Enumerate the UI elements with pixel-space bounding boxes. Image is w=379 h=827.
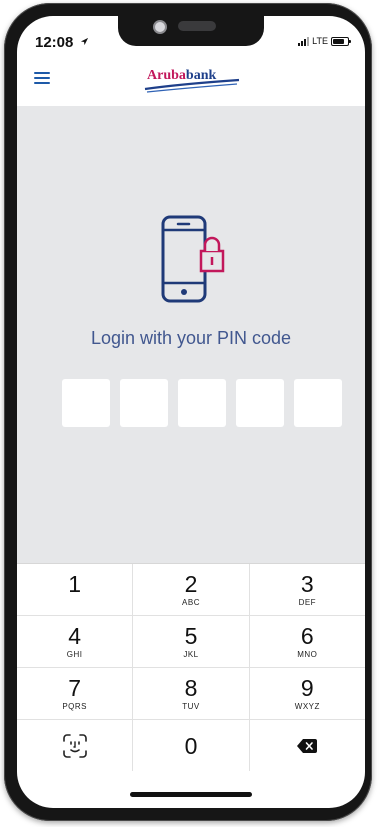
face-id-button[interactable] — [17, 720, 134, 771]
status-right: LTE — [298, 36, 351, 46]
hamburger-icon — [34, 72, 50, 74]
signal-icon — [298, 36, 310, 46]
key-6[interactable]: 6 MNO — [250, 616, 365, 667]
pin-input-row[interactable] — [62, 379, 342, 427]
key-9[interactable]: 9 WXYZ — [250, 668, 365, 719]
key-8[interactable]: 8 TUV — [133, 668, 250, 719]
aruba-bank-logo: Arubabank — [141, 68, 241, 94]
screen: 12:08 LTE Arubabank Login with your PIN … — [17, 16, 365, 808]
keypad-row: 0 — [17, 720, 365, 771]
key-4[interactable]: 4 GHI — [17, 616, 134, 667]
key-7[interactable]: 7 PQRS — [17, 668, 134, 719]
key-3[interactable]: 3 DEF — [250, 564, 365, 615]
delete-button[interactable] — [250, 720, 365, 771]
notch — [118, 16, 264, 46]
keypad-row: 1 2 ABC 3 DEF — [17, 564, 365, 616]
login-title: Login with your PIN code — [90, 328, 292, 348]
phone-frame: 12:08 LTE Arubabank Login with your PIN … — [4, 3, 372, 821]
home-indicator[interactable] — [130, 792, 252, 797]
speaker — [178, 21, 216, 31]
logo-swoosh-icon — [144, 78, 240, 93]
keypad-row: 4 GHI 5 JKL 6 MNO — [17, 616, 365, 668]
location-arrow-icon — [80, 37, 89, 46]
backspace-icon — [297, 738, 318, 753]
pin-digit-box[interactable] — [236, 379, 284, 427]
pin-digit-box[interactable] — [294, 379, 342, 427]
numeric-keypad: 1 2 ABC 3 DEF 4 GHI 5 JKL 6 MNO 7 PQRS 8 TUV 9W… — [17, 563, 365, 771]
pin-digit-box[interactable] — [178, 379, 226, 427]
app-bar: Arubabank — [17, 56, 365, 106]
status-time: 12:08 — [35, 34, 74, 51]
key-2[interactable]: 2 ABC — [133, 564, 250, 615]
camera — [153, 20, 167, 34]
keypad-row: 7 PQRS 8 TUV 9 WXYZ — [17, 668, 365, 720]
face-id-icon — [62, 733, 87, 758]
pin-digit-box[interactable] — [62, 379, 110, 427]
menu-button[interactable] — [34, 72, 52, 88]
key-0[interactable]: 0 — [133, 720, 250, 771]
pin-digit-box[interactable] — [120, 379, 168, 427]
battery-icon — [331, 36, 351, 46]
network-label: LTE — [312, 36, 328, 46]
pin-login-area: Login with your PIN code — [17, 106, 365, 563]
key-5[interactable]: 5 JKL — [133, 616, 250, 667]
key-1[interactable]: 1 — [17, 564, 134, 615]
phone-lock-icon — [161, 215, 225, 303]
